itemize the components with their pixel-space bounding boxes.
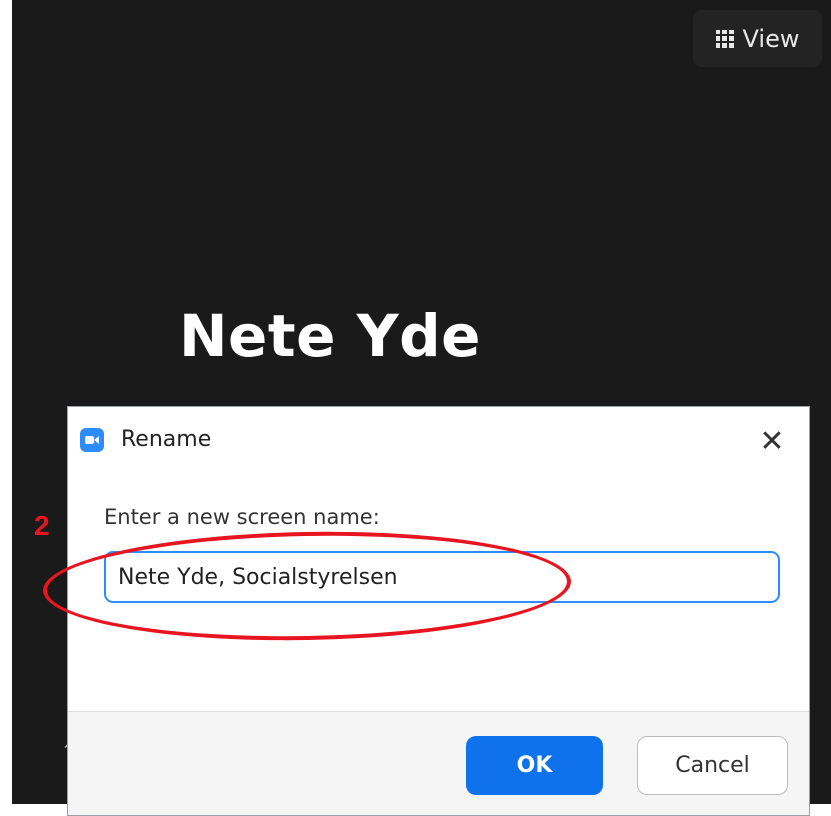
close-icon[interactable]: ✕ — [750, 421, 794, 461]
screen-name-input[interactable] — [104, 551, 780, 603]
screen-name-prompt: Enter a new screen name: — [104, 505, 380, 529]
annotation-step-number: 2 — [34, 510, 50, 541]
grid-icon — [715, 29, 734, 48]
participant-name: Nete Yde — [179, 302, 481, 370]
dialog-footer: OK Cancel — [68, 711, 809, 815]
rename-dialog: Rename ✕ Enter a new screen name: OK Can… — [67, 406, 810, 816]
ok-button[interactable]: OK — [466, 736, 603, 795]
dialog-title: Rename — [121, 427, 212, 452]
view-button[interactable]: View — [693, 10, 822, 67]
zoom-video-icon — [80, 428, 104, 452]
dialog-title-bar: Rename ✕ — [68, 407, 809, 473]
cancel-button[interactable]: Cancel — [637, 736, 788, 795]
view-label: View — [742, 24, 800, 53]
